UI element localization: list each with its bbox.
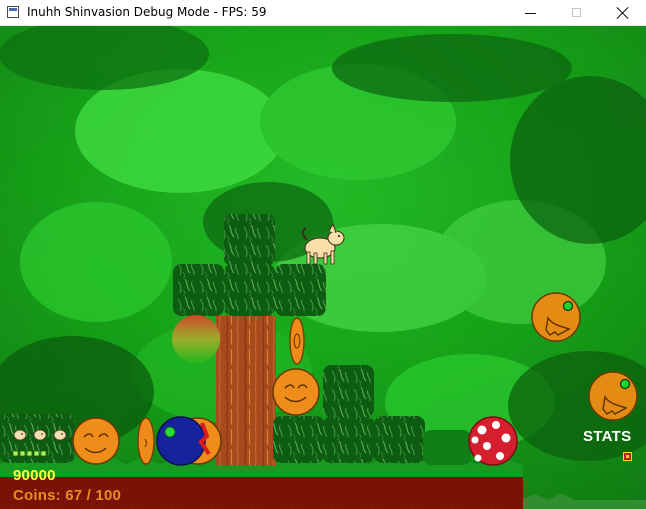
close-button[interactable]: [600, 0, 646, 26]
small-dog-head-icon: [33, 429, 47, 441]
health-pip: [33, 450, 40, 457]
smiley-coin-item: [272, 368, 320, 416]
minimize-button[interactable]: [508, 0, 554, 26]
minimize-icon: [525, 13, 536, 14]
app-icon: [7, 6, 19, 18]
maximize-button[interactable]: [554, 0, 600, 26]
small-dog-head-icon: [53, 429, 67, 441]
window-title: Inuhh Shinvasion Debug Mode - FPS: 59: [27, 5, 267, 19]
stats-toggle-icon[interactable]: [623, 452, 632, 461]
blue-ball-enemy: [156, 416, 222, 466]
small-dog-head-icon: [13, 429, 27, 441]
coins-display: Coins: 67 / 100: [13, 487, 122, 504]
smiley-coin-item: [72, 417, 120, 465]
health-pips: [12, 450, 47, 457]
coin-item: [289, 317, 305, 365]
stats-button[interactable]: STATS: [583, 428, 631, 445]
score-display: 90000: [13, 467, 56, 484]
game-window: Inuhh Shinvasion Debug Mode - FPS: 59 90…: [0, 0, 646, 509]
health-pip: [26, 450, 33, 457]
title-bar: Inuhh Shinvasion Debug Mode - FPS: 59: [0, 0, 646, 26]
health-pip: [12, 450, 19, 457]
health-pip: [19, 450, 26, 457]
orange-bird-enemy: [588, 371, 638, 421]
close-icon: [616, 6, 630, 20]
orange-bird-enemy: [531, 292, 581, 342]
green-orange-orb-item: [172, 315, 220, 363]
game-canvas[interactable]: [0, 26, 646, 509]
tree-trunk: [216, 316, 276, 466]
lives-display: [13, 429, 67, 441]
red-spotted-ball-enemy: [468, 416, 518, 466]
maximize-icon: [572, 8, 581, 17]
health-pip: [40, 450, 47, 457]
